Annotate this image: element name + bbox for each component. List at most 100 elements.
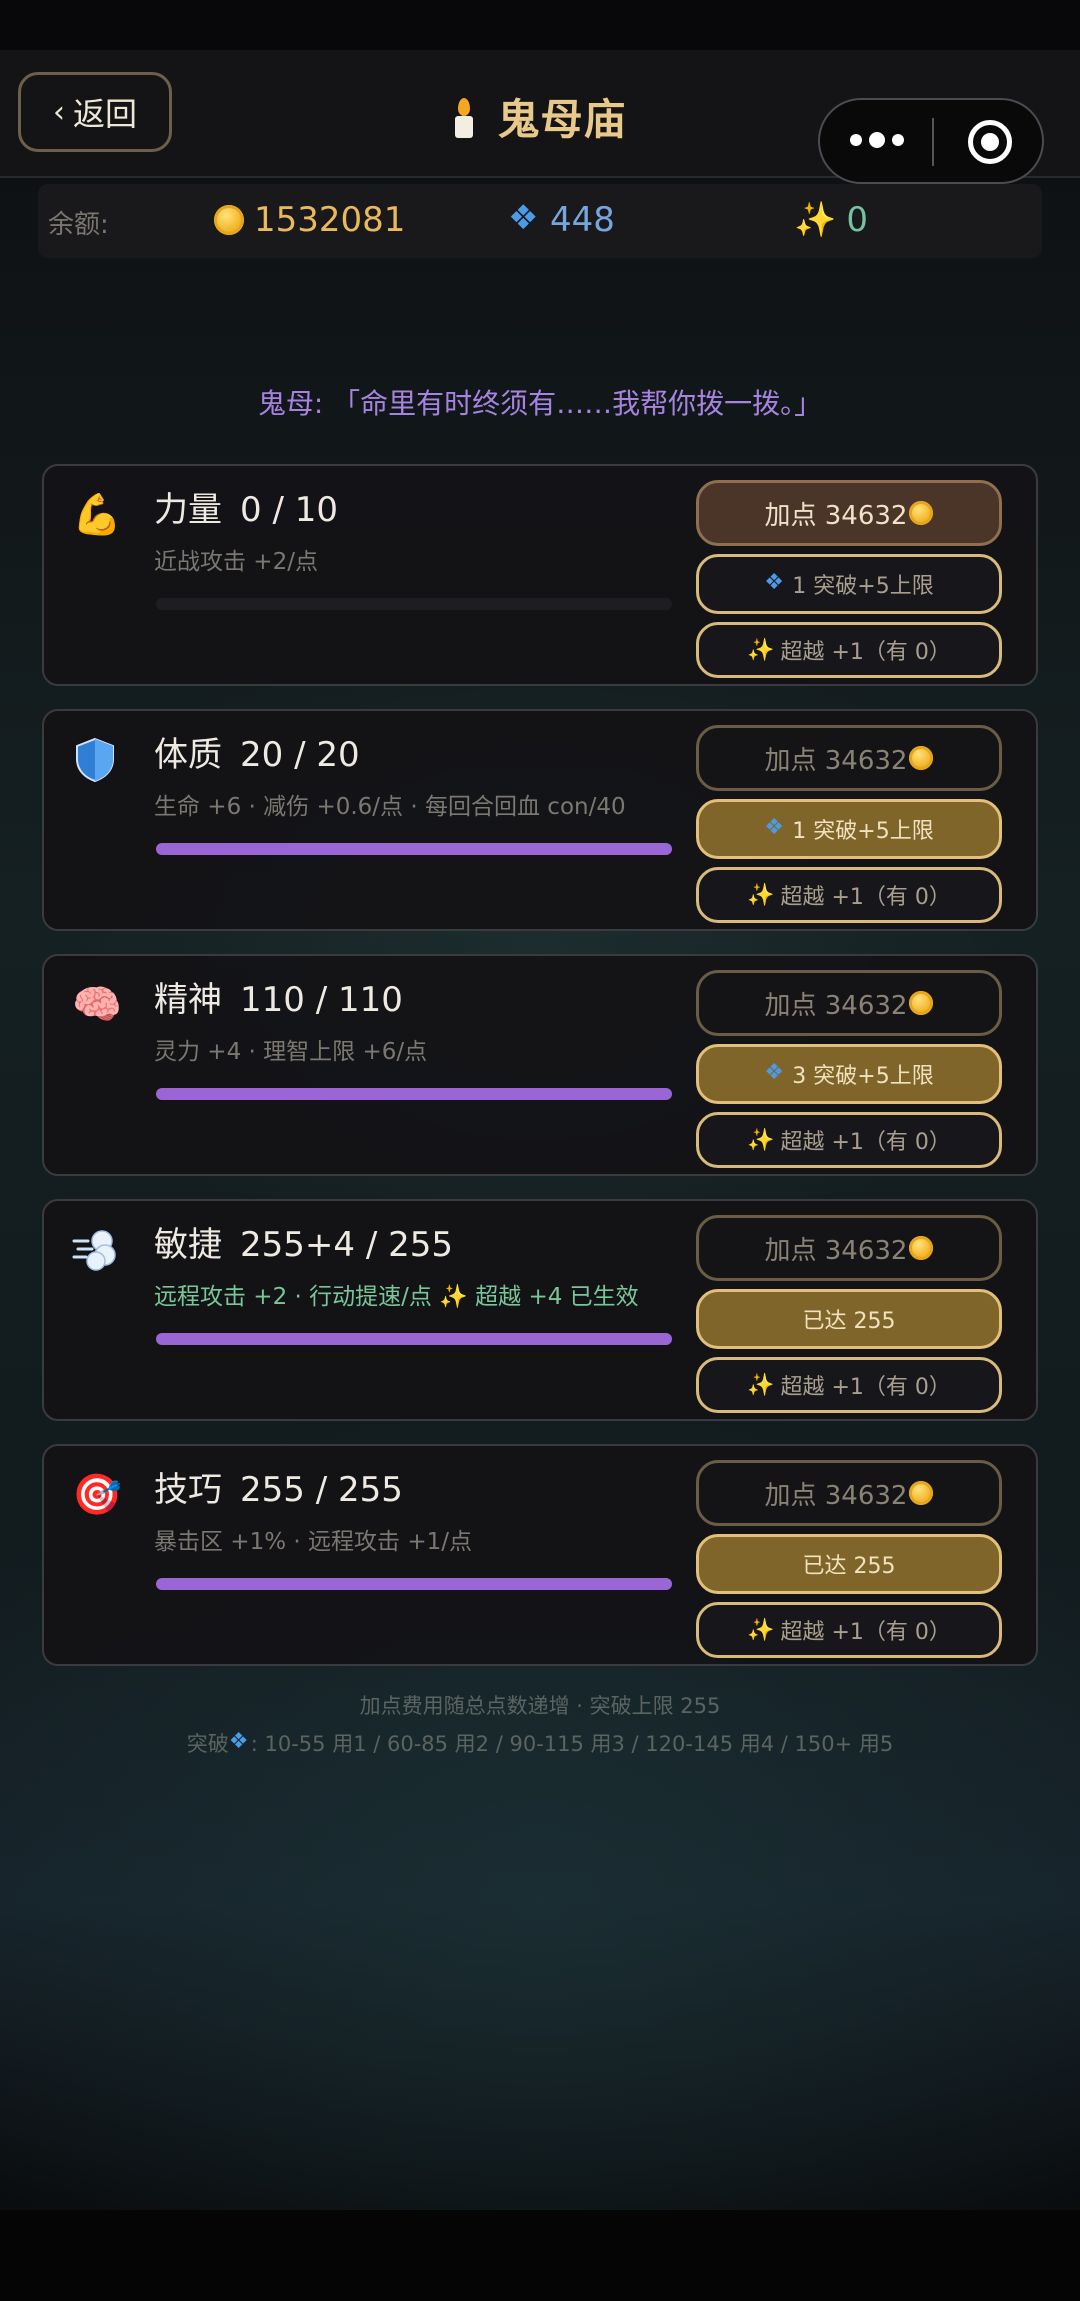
brain-icon: 🧠 [72,982,122,1028]
stat-card-strength: 💪 力量 0 / 10 近战攻击 +2/点 加点 34632 1 突破+5上限 ✨… [42,464,1038,686]
coin-icon [909,746,934,770]
add-point-label: 加点 34632 [764,745,908,776]
page-title-text: 鬼母庙 [497,95,627,144]
break-limit-label: 已达 255 [802,1554,896,1579]
stat-progress-bar [156,1333,672,1345]
stat-title: 技巧 255 / 255 [154,1462,403,1511]
transcend-button[interactable]: ✨ 超越 +1（有 0） [696,867,1002,923]
stat-progress-bar [156,1088,672,1100]
stat-name: 技巧 [154,1470,222,1510]
coin-icon [909,991,934,1015]
stat-progress-fill [156,1088,672,1100]
stat-title: 体质 20 / 20 [154,727,360,776]
transcend-button[interactable]: ✨ 超越 +1（有 0） [696,1357,1002,1413]
coin-icon [909,1236,934,1260]
gem-icon [229,1729,251,1754]
transcend-label: 超越 +1（有 0） [780,1375,951,1400]
stat-progress-fill [156,843,672,855]
gem-icon [764,570,786,595]
balance-label: 余额: [48,210,109,240]
stat-title: 敏捷 255+4 / 255 [154,1217,453,1266]
stat-progress-bar [156,843,672,855]
transcend-label: 超越 +1（有 0） [780,1620,951,1645]
stat-value: 255 / 255 [240,1470,403,1510]
stat-card-skill: 🎯 技巧 255 / 255 暴击区 +1% · 远程攻击 +1/点 加点 346… [42,1444,1038,1666]
transcend-label: 超越 +1（有 0） [780,885,951,910]
stat-progress-bar [156,598,672,610]
transcend-button[interactable]: ✨ 超越 +1（有 0） [696,1112,1002,1168]
footer-note-cost: 加点费用随总点数递增 · 突破上限 255 [359,1694,721,1718]
sparkle-amount: 0 [846,200,868,240]
add-point-label: 加点 34632 [764,990,908,1021]
stat-value: 0 / 10 [240,490,338,530]
stat-name: 力量 [154,490,222,530]
sparkle-icon: ✨ [747,637,775,663]
mini-program-capsule [818,98,1044,184]
break-limit-label: 已达 255 [802,1309,896,1334]
footer-note-break: 突破 : 10-55 用1 / 60-85 用2 / 90-115 用3 / 12… [0,1728,1080,1758]
status-bar [0,0,1080,50]
footer-break-rule: : 10-55 用1 / 60-85 用2 / 90-115 用3 / 120-… [250,1732,894,1756]
add-point-button[interactable]: 加点 34632 [696,970,1002,1036]
sparkle-icon: ✨ [747,1372,775,1398]
gem-icon [764,815,786,840]
coin-icon [214,205,244,235]
more-icon[interactable] [850,132,904,148]
footer-break-prefix: 突破 [186,1732,229,1756]
stat-name: 体质 [154,735,222,775]
sparkle-icon: ✨ [747,1617,775,1643]
break-limit-button[interactable]: 1 突破+5上限 [696,799,1002,859]
add-point-button[interactable]: 加点 34632 [696,1215,1002,1281]
transcend-button[interactable]: ✨ 超越 +1（有 0） [696,622,1002,678]
add-point-label: 加点 34632 [764,1480,908,1511]
add-point-label: 加点 34632 [764,500,908,531]
balance-bar: 余额: 1532081 448 ✨ 0 [38,184,1042,258]
stat-progress-bar [156,1578,672,1590]
gem-balance: 448 [508,198,615,240]
transcend-button[interactable]: ✨ 超越 +1（有 0） [696,1602,1002,1658]
capsule-divider [932,118,934,166]
close-program-icon[interactable] [968,120,1012,164]
coin-amount: 1532081 [254,200,406,240]
break-limit-button[interactable]: 3 突破+5上限 [696,1044,1002,1104]
stat-desc: 灵力 +4 · 理智上限 +6/点 [154,1039,428,1065]
stat-progress-fill [156,1333,672,1345]
coin-icon [909,1481,934,1505]
sparkle-icon: ✨ [794,200,837,240]
flexed-biceps-icon: 💪 [72,492,122,538]
stat-value: 110 / 110 [240,980,403,1020]
add-point-button[interactable]: 加点 34632 [696,1460,1002,1526]
coin-icon [909,501,934,525]
wind-icon [72,1227,118,1273]
add-point-label: 加点 34632 [764,1235,908,1266]
stat-name: 精神 [154,980,222,1020]
break-limit-label: 3 突破+5上限 [792,1064,934,1089]
add-point-button[interactable]: 加点 34632 [696,480,1002,546]
gem-amount: 448 [550,200,615,240]
break-limit-button[interactable]: 已达 255 [696,1289,1002,1349]
stat-desc: 生命 +6 · 减伤 +0.6/点 · 每回合回血 con/40 [154,794,626,820]
stat-card-agility: 敏捷 255+4 / 255 远程攻击 +2 · 行动提速/点 ✨ 超越 +4 已… [42,1199,1038,1421]
stat-name: 敏捷 [154,1225,222,1265]
stat-title: 力量 0 / 10 [154,482,338,531]
stat-desc: 近战攻击 +2/点 [154,549,318,575]
stat-desc: 暴击区 +1% · 远程攻击 +1/点 [154,1529,472,1555]
home-indicator-area [0,2210,1080,2301]
transcend-label: 超越 +1（有 0） [780,640,951,665]
candle-icon [453,98,475,138]
shield-icon [72,737,118,783]
sparkle-balance: ✨ 0 [794,200,868,240]
stat-progress-fill [156,1578,672,1590]
stat-card-spirit: 🧠 精神 110 / 110 灵力 +4 · 理智上限 +6/点 加点 34632… [42,954,1038,1176]
break-limit-label: 1 突破+5上限 [792,819,934,844]
stat-title: 精神 110 / 110 [154,972,403,1021]
stat-card-constitution: 体质 20 / 20 生命 +6 · 减伤 +0.6/点 · 每回合回血 con/… [42,709,1038,931]
break-limit-button[interactable]: 已达 255 [696,1534,1002,1594]
coin-balance: 1532081 [214,200,405,240]
transcend-label: 超越 +1（有 0） [780,1130,951,1155]
break-limit-button[interactable]: 1 突破+5上限 [696,554,1002,614]
gem-icon [764,1060,786,1085]
gem-icon [508,198,540,238]
add-point-button[interactable]: 加点 34632 [696,725,1002,791]
target-icon: 🎯 [72,1472,122,1518]
